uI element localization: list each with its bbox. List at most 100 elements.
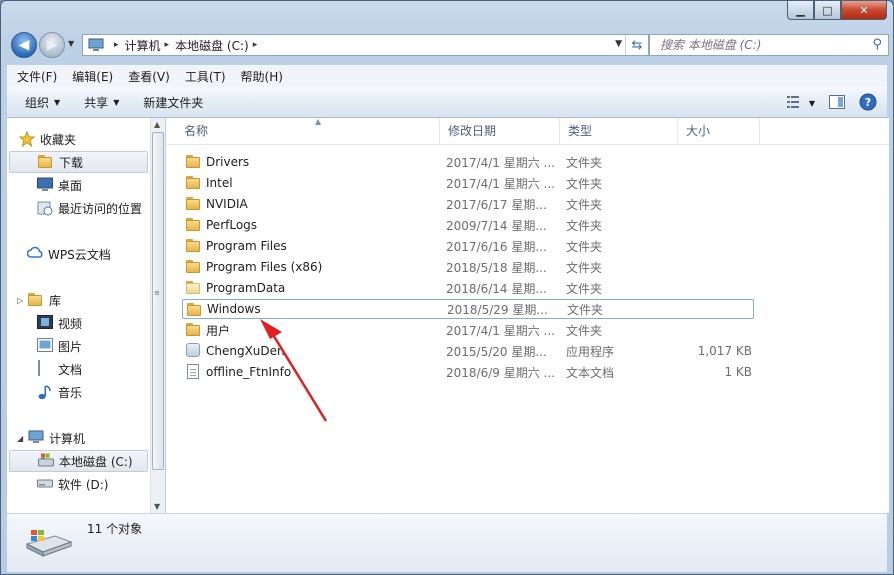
file-name: 用户 [206,323,231,338]
nav-wps-cloud[interactable]: WPS云文档 [26,243,111,265]
new-folder-label: 新建文件夹 [143,95,204,110]
navigation-scrollbar[interactable]: ▲ ≡ ▼ [150,118,165,513]
file-date: 2015/5/20 星期... [446,344,547,359]
breadcrumb-computer[interactable]: 计算机 [125,37,161,54]
scrollbar-thumb[interactable] [152,132,164,470]
file-size: 1 KB [724,365,752,379]
column-type[interactable]: 类型 [560,118,678,144]
file-date: 2018/5/29 星期... [447,302,548,317]
menu-tools[interactable]: 工具(T) [180,68,231,85]
help-icon[interactable]: ? [859,93,877,114]
expand-icon[interactable]: ▷ [17,296,25,305]
view-controls: ▼ ? [773,93,877,114]
breadcrumb-separator-icon[interactable]: ▸ [114,40,119,50]
maximize-button[interactable]: □ [814,1,841,20]
scroll-down-icon[interactable]: ▼ [154,502,160,511]
address-bar[interactable]: ▸ 计算机 ▸ 本地磁盘 (C:) ▸ ▼ ⇆ [82,34,649,56]
nav-soft-disk-d-label: 软件 (D:) [58,477,109,492]
folder-icon [186,196,202,211]
nav-soft-disk-d[interactable]: 软件 (D:) [37,473,108,495]
forward-arrow-icon: ▶ [46,37,58,53]
file-row[interactable]: offline_FtnInfo 2018/6/9 星期六 ... 文本文档 1 … [182,362,754,382]
column-date-label: 修改日期 [448,124,497,138]
recent-pages-dropdown[interactable]: ▼ [68,39,74,48]
object-count: 11 个对象 [87,522,143,536]
breadcrumb-separator-icon[interactable]: ▸ [253,40,258,50]
close-button[interactable]: ✕ [841,1,887,20]
nav-favorites[interactable]: 收藏夹 [18,128,76,150]
forward-button[interactable]: ▶ [39,32,65,58]
file-row[interactable]: Drivers 2017/4/1 星期六 ... 文件夹 [182,152,754,172]
nav-videos[interactable]: 视频 [37,312,82,334]
search-box[interactable]: ⚲ [649,34,889,56]
navigation-pane: 收藏夹 下载 桌面 最近访问的位置 WPS云文档 ▷ 库 视频 图片 文档 音乐… [7,118,150,513]
view-options-icon[interactable] [786,96,805,111]
application-icon [186,343,202,358]
file-date: 2018/6/14 星期... [446,281,547,296]
column-header: 名称 ▲ 修改日期 类型 大小 [166,117,889,145]
scroll-up-icon[interactable]: ▲ [154,120,160,129]
file-row[interactable]: ProgramData 2018/6/14 星期... 文件夹 [182,278,754,298]
nav-desktop[interactable]: 桌面 [37,174,82,196]
recent-places-icon [37,200,53,216]
menu-view[interactable]: 查看(V) [123,68,175,85]
organize-button[interactable]: 组织 ▼ [19,94,66,111]
nav-music[interactable]: 音乐 [37,381,82,403]
file-row[interactable]: PerfLogs 2009/7/14 星期... 文件夹 [182,215,754,235]
refresh-icon[interactable]: ⇆ [625,35,648,55]
folder-icon [186,280,202,295]
menu-bar: 文件(F) 编辑(E) 查看(V) 工具(T) 帮助(H) [7,65,887,88]
column-name-label: 名称 [184,124,209,138]
file-name: offline_FtnInfo [206,365,292,379]
nav-downloads[interactable]: 下载 [9,151,148,173]
breadcrumb-local-disk[interactable]: 本地磁盘 (C:) [175,37,249,54]
nav-local-disk-c[interactable]: 本地磁盘 (C:) [9,450,148,472]
windows-drive-icon [25,528,73,558]
file-type: 文件夹 [566,155,603,170]
library-icon [28,292,44,308]
breadcrumb-separator-icon[interactable]: ▸ [165,40,170,50]
nav-recent-label: 最近访问的位置 [58,201,143,216]
file-row[interactable]: Program Files (x86) 2018/5/18 星期... 文件夹 [182,257,754,277]
file-type: 文件夹 [566,176,603,191]
search-input[interactable] [658,37,862,53]
column-date[interactable]: 修改日期 [440,118,560,144]
file-list-pane: 名称 ▲ 修改日期 类型 大小 Drivers 2017/4/1 星期六 ... … [166,117,889,513]
nav-computer-label: 计算机 [49,431,86,446]
menu-file[interactable]: 文件(F) [12,68,62,85]
sort-ascending-icon: ▲ [315,117,322,126]
view-dropdown-icon[interactable]: ▼ [809,99,815,108]
column-size[interactable]: 大小 [678,118,760,144]
video-icon [37,315,53,331]
file-type: 文件夹 [566,239,603,254]
new-folder-button[interactable]: 新建文件夹 [137,94,209,111]
file-row[interactable]: 用户 2017/4/1 星期六 ... 文件夹 [182,320,754,340]
caption-buttons: ▁ □ ✕ [787,1,887,20]
file-row[interactable]: Program Files 2017/6/16 星期... 文件夹 [182,236,754,256]
address-dropdown-icon[interactable]: ▼ [615,39,622,49]
menu-help[interactable]: 帮助(H) [236,68,288,85]
minimize-button[interactable]: ▁ [787,1,814,20]
back-button[interactable]: ◀ [11,32,37,58]
search-icon[interactable]: ⚲ [872,37,882,52]
nav-documents[interactable]: 文档 [37,358,82,380]
file-date: 2017/4/1 星期六 ... [446,323,555,338]
nav-local-disk-c-label: 本地磁盘 (C:) [59,454,133,469]
nav-pictures[interactable]: 图片 [37,335,82,357]
file-type: 文本文档 [566,365,615,380]
collapse-icon[interactable]: ◢ [17,434,25,443]
folder-icon [186,175,202,190]
file-row[interactable]: ChengXuDen 2015/5/20 星期... 应用程序 1,017 KB [182,341,754,361]
share-button[interactable]: 共享 ▼ [78,94,125,111]
file-row[interactable]: NVIDIA 2017/6/17 星期... 文件夹 [182,194,754,214]
chevron-down-icon: ▼ [54,97,61,107]
file-row-selected[interactable]: Windows 2018/5/29 星期... 文件夹 [182,299,754,319]
download-folder-icon [38,154,54,170]
menu-edit[interactable]: 编辑(E) [67,68,118,85]
nav-recent[interactable]: 最近访问的位置 [37,197,142,219]
column-name[interactable]: 名称 ▲ [176,117,440,144]
file-row[interactable]: Intel 2017/4/1 星期六 ... 文件夹 [182,173,754,193]
preview-pane-icon[interactable] [829,95,845,112]
nav-computer[interactable]: ◢ 计算机 [17,427,85,449]
nav-libraries[interactable]: ▷ 库 [17,289,61,311]
